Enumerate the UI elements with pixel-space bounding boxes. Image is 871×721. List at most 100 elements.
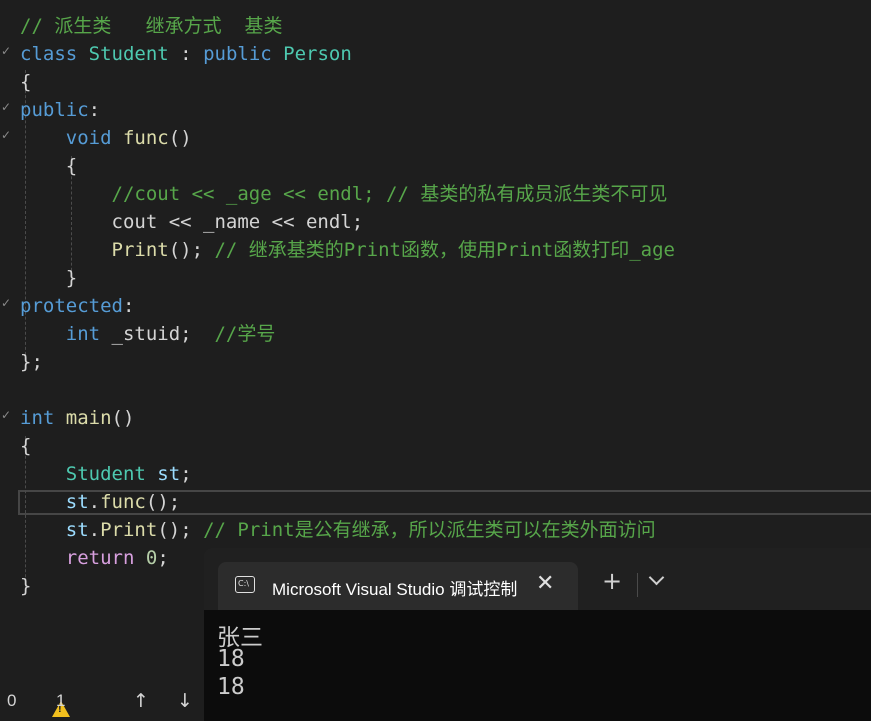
code-line[interactable]: cout << _name << endl;	[20, 208, 364, 236]
code-token: int	[20, 407, 55, 429]
output-line: 18	[217, 646, 245, 672]
code-line[interactable]: // 派生类 继承方式 基类	[20, 12, 283, 40]
code-token: st	[65, 519, 89, 541]
code-line[interactable]: class Student : public Person	[20, 40, 352, 68]
code-token: // Print是公有继承，所以派生类可以在类外面访问	[203, 519, 656, 541]
code-token: int	[65, 323, 101, 345]
code-line[interactable]: Print(); // 继承基类的Print函数，使用Print函数打印_age	[20, 236, 675, 264]
code-token: // 继承基类的Print函数，使用Print函数打印_age	[214, 239, 675, 261]
code-token: return	[65, 547, 135, 569]
code-token: {	[20, 71, 32, 93]
code-token: :	[168, 43, 204, 65]
code-token: _stuid;	[100, 323, 215, 345]
arrow-up-icon[interactable]: ↑	[133, 690, 149, 712]
console-tab-title: Microsoft Visual Studio 调试控制台	[272, 580, 518, 599]
code-token: public	[203, 43, 272, 65]
code-line[interactable]: st.func();	[20, 488, 180, 516]
code-token: func	[122, 127, 169, 149]
console-icon	[235, 576, 255, 593]
chevron-down-icon[interactable]	[648, 569, 665, 586]
code-line[interactable]: {	[20, 152, 77, 180]
output-line: 18	[217, 674, 245, 700]
status-bar: 0 1 ↑ ↓	[0, 683, 205, 721]
code-token: Person	[283, 43, 352, 65]
code-token: class	[20, 43, 78, 65]
code-token: :	[88, 99, 101, 121]
code-line[interactable]: }	[20, 572, 31, 600]
code-line[interactable]: st.Print(); // Print是公有继承，所以派生类可以在类外面访问	[20, 516, 656, 544]
fold-toggle-icon[interactable]: ✓	[1, 100, 11, 114]
fold-toggle-icon[interactable]: ✓	[1, 128, 11, 142]
code-token: Print	[111, 239, 169, 261]
code-token: cout << _name << endl;	[20, 211, 364, 233]
tab-divider	[637, 573, 638, 597]
code-line[interactable]: }	[20, 264, 77, 292]
code-token: protected	[20, 295, 123, 317]
code-token: // 派生类 继承方式 基类	[20, 15, 283, 37]
warning-indicator[interactable]: 1	[52, 691, 70, 717]
code-token: void	[65, 127, 112, 149]
code-token: }	[20, 575, 32, 597]
code-token: 0	[145, 547, 158, 569]
code-token: ;	[157, 547, 169, 569]
code-line[interactable]: void func()	[20, 124, 192, 152]
code-line[interactable]: protected:	[20, 292, 134, 320]
arrow-down-icon[interactable]: ↓	[177, 690, 193, 712]
code-token: }	[20, 267, 78, 289]
close-icon[interactable]: ✕	[536, 571, 554, 596]
debug-console-window[interactable]: Microsoft Visual Studio 调试控制台 ✕ + 张三 18 …	[204, 548, 871, 721]
code-token: Print	[100, 519, 158, 541]
code-token: .	[88, 519, 101, 541]
code-token: ();	[145, 491, 181, 513]
new-tab-button[interactable]: +	[602, 568, 622, 594]
code-line[interactable]: public:	[20, 96, 100, 124]
code-token: ();	[168, 239, 215, 261]
code-token: .	[88, 491, 101, 513]
code-token: };	[20, 351, 43, 373]
code-token: Student	[88, 43, 169, 65]
code-token: ;	[180, 463, 192, 485]
fold-toggle-icon[interactable]: ✓	[1, 408, 11, 422]
code-line[interactable]: {	[20, 68, 31, 96]
code-line[interactable]: };	[20, 348, 43, 376]
code-token: ()	[111, 407, 135, 429]
code-token: {	[20, 435, 32, 457]
code-token: func	[100, 491, 146, 513]
code-token: //cout << _age << endl; // 基类的私有成员派生类不可见	[111, 183, 668, 205]
code-line[interactable]: int _stuid; //学号	[20, 320, 276, 348]
fold-toggle-icon[interactable]: ✓	[1, 44, 11, 58]
code-token: st	[65, 491, 89, 513]
console-tab[interactable]: Microsoft Visual Studio 调试控制台 ✕	[218, 562, 578, 610]
code-token: ();	[157, 519, 204, 541]
code-line[interactable]: int main()	[20, 404, 134, 432]
line-col-indicator: 0	[7, 691, 17, 710]
code-token: Student	[65, 463, 146, 485]
code-line[interactable]: Student st;	[20, 460, 192, 488]
warning-count: 1	[56, 691, 66, 710]
code-token: //学号	[214, 323, 276, 345]
code-line[interactable]: return 0;	[20, 544, 169, 572]
code-line[interactable]: {	[20, 432, 31, 460]
code-token: st	[157, 463, 181, 485]
code-token: :	[122, 295, 135, 317]
code-token: main	[65, 407, 112, 429]
code-token: {	[20, 155, 78, 177]
code-line[interactable]: //cout << _age << endl; // 基类的私有成员派生类不可见	[20, 180, 668, 208]
code-token: ()	[168, 127, 192, 149]
fold-toggle-icon[interactable]: ✓	[1, 296, 11, 310]
console-output: 张三 18 18	[204, 610, 871, 721]
